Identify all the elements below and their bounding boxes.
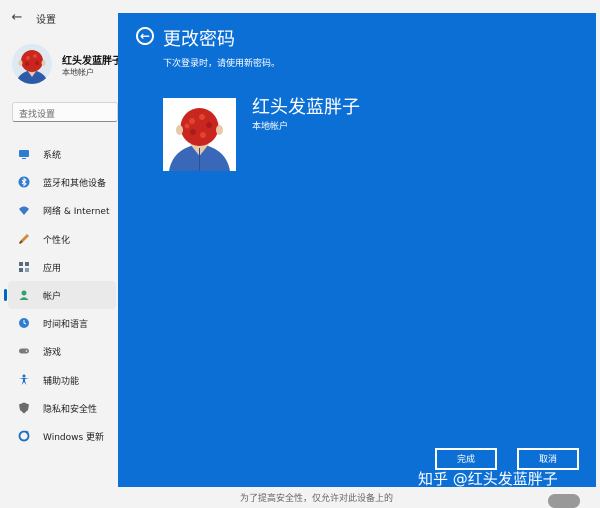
bluetooth-icon (18, 176, 30, 188)
avatar (163, 98, 236, 171)
update-icon (18, 430, 30, 442)
finish-button[interactable]: 完成 (435, 448, 497, 470)
sidebar-item-label: 游戏 (43, 348, 62, 359)
sidebar-item-label: 应用 (43, 263, 62, 274)
shield-icon (19, 402, 29, 414)
dialog-back-button[interactable]: ← (136, 27, 154, 45)
sidebar-item-label: 蓝牙和其他设备 (43, 179, 107, 190)
profile-account-type: 本地帐户 (62, 68, 94, 77)
dialog-title: 更改密码 (163, 29, 235, 50)
sidebar-item-label: 系统 (43, 151, 62, 161)
sidebar-item-label: 辅助功能 (43, 376, 80, 387)
sidebar-item-apps[interactable]: 应用 (0, 253, 118, 281)
background-toggle[interactable] (548, 494, 580, 508)
background-description: 为了提高安全性，仅允许对此设备上的 (240, 494, 394, 504)
sidebar-item-system[interactable]: 系统 (0, 140, 118, 168)
sidebar-item-accounts[interactable]: 帐户 (4, 280, 116, 310)
sidebar-item-personalization[interactable]: 个性化 (0, 225, 118, 253)
sidebar-item-windows-update[interactable]: Windows 更新 (0, 422, 118, 450)
dialog-user-type: 本地帐户 (252, 122, 289, 132)
search-box[interactable]: 查找设置 (12, 102, 118, 122)
accessibility-icon (19, 374, 29, 385)
change-password-dialog: ← 更改密码 下次登录时，请使用新密码。 红头发蓝胖子 本地帐户 完成 取消 (118, 13, 596, 487)
gamepad-icon (19, 348, 29, 354)
sidebar-item-label: 网络 & Internet (43, 207, 110, 218)
sidebar-item-network[interactable]: 网络 & Internet (0, 196, 118, 224)
back-button[interactable]: ← (8, 9, 26, 27)
watermark: 知乎 @红头发蓝胖子 (418, 470, 558, 488)
sidebar-item-label: 个性化 (43, 235, 71, 246)
globe-clock-icon (19, 318, 29, 329)
account-icon (19, 290, 29, 300)
monitor-icon (19, 150, 29, 159)
search-input[interactable]: 查找设置 (19, 107, 55, 120)
profile-card[interactable]: 红头发蓝胖子 本地帐户 (12, 42, 122, 90)
dialog-user-name: 红头发蓝胖子 (252, 97, 360, 118)
dialog-subtitle: 下次登录时，请使用新密码。 (163, 59, 281, 69)
sidebar-item-time-language[interactable]: 时间和语言 (0, 309, 118, 337)
avatar (12, 44, 52, 84)
brush-icon (19, 233, 29, 244)
sidebar-item-label: 隐私和安全性 (43, 404, 98, 415)
cancel-button[interactable]: 取消 (517, 448, 579, 470)
selection-indicator (4, 288, 7, 301)
sidebar-item-accessibility[interactable]: 辅助功能 (0, 366, 118, 394)
sidebar-item-gaming[interactable]: 游戏 (0, 337, 118, 365)
profile-name: 红头发蓝胖子 (62, 56, 122, 67)
sidebar-item-bluetooth[interactable]: 蓝牙和其他设备 (0, 168, 118, 196)
sidebar-item-label: Windows 更新 (43, 432, 105, 443)
sidebar-item-privacy[interactable]: 隐私和安全性 (0, 394, 118, 422)
wifi-icon (19, 206, 29, 216)
sidebar-item-label: 时间和语言 (43, 320, 89, 331)
sidebar-nav: 系统 蓝牙和其他设备 网络 & Internet 个性化 应用 帐户 时间和语言… (0, 140, 118, 450)
app-title: 设置 (36, 15, 56, 26)
apps-icon (19, 261, 29, 272)
sidebar-item-label: 帐户 (43, 291, 62, 302)
